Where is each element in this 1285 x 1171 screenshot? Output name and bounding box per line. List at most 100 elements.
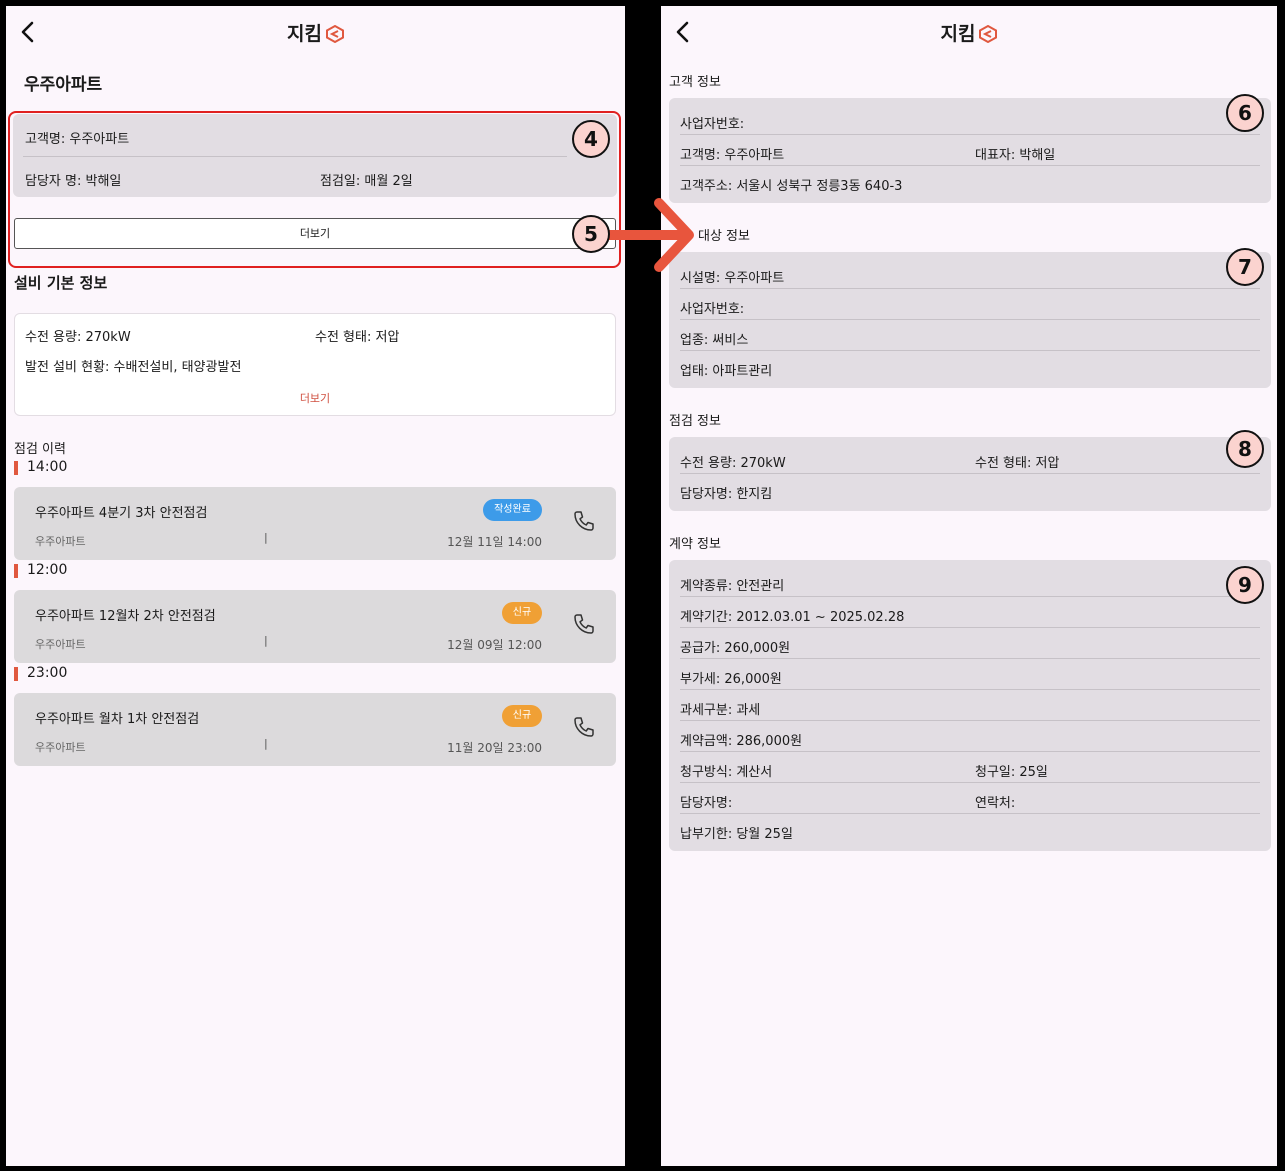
phone-call-icon[interactable] [572, 612, 596, 636]
time-text: 23:00 [27, 665, 68, 681]
app-logo-icon [979, 25, 998, 43]
payment-deadline: 납부기한: 당월 25일 [680, 827, 793, 842]
history-item[interactable]: 우주아파트 월차 1차 안전점검 신규 우주아파트 | 11월 20일 23:0… [14, 693, 616, 766]
info-row: 담당자명: 한지킴 [680, 474, 1260, 505]
history-item[interactable]: 우주아파트 4분기 3차 안전점검 작성완료 우주아파트 | 12월 11일 1… [14, 487, 616, 560]
business-number: 사업자번호: [680, 117, 745, 132]
divider [23, 156, 567, 157]
history-title: 우주아파트 12월차 2차 안전점검 [35, 609, 216, 624]
contact: 연락처: [975, 796, 1016, 811]
history-date: 12월 11일 14:00 [447, 535, 542, 549]
phone-call-icon[interactable] [572, 715, 596, 739]
supply-price: 공급가: 260,000원 [680, 641, 791, 656]
inspection-info-heading: 점검 정보 [669, 414, 721, 429]
equipment-more-link[interactable]: 더보기 [15, 390, 615, 406]
facility-info-heading: 대상 정보 [698, 229, 750, 244]
info-row: 수전 용량: 270kW 수전 형태: 저압 [680, 443, 1260, 474]
more-button[interactable]: 더보기 [14, 218, 616, 249]
info-row: 고객명: 우주아파트 대표자: 박해일 [680, 135, 1260, 166]
top-bar: 지킴 [661, 6, 1277, 58]
info-row: 계약종류: 안전관리 [680, 566, 1260, 597]
info-row: 시설명: 우주아파트 [680, 258, 1260, 289]
representative: 대표자: 박해일 [975, 148, 1056, 163]
history-subtitle: 우주아파트 [35, 535, 86, 548]
top-bar: 지킴 [6, 6, 625, 58]
info-row: 담당자명: 연락처: [680, 783, 1260, 814]
generation-status: 발전 설비 현황: 수배전설비, 태양광발전 [25, 360, 242, 375]
left-screen: 지킴 우주아파트 고객명: 우주아파트 담당자 명: 박해일 점검일: 매월 2… [6, 6, 625, 1166]
history-heading: 점검 이력 [14, 442, 66, 457]
time-text: 12:00 [27, 562, 68, 578]
separator: | [264, 737, 268, 750]
vat: 부가세: 26,000원 [680, 672, 782, 687]
info-row: 부가세: 26,000원 [680, 659, 1260, 690]
app-title-text: 지킴 [940, 23, 976, 45]
info-row: 계약기간: 2012.03.01 ~ 2025.02.28 [680, 597, 1260, 628]
annotation-8: 8 [1226, 430, 1264, 468]
billing-day: 청구일: 25일 [975, 765, 1048, 780]
app-title-text: 지킴 [287, 23, 322, 45]
tax-class: 과세구분: 과세 [680, 703, 761, 718]
info-row: 과세구분: 과세 [680, 690, 1260, 721]
facility-info-card: 시설명: 우주아파트 사업자번호: 업종: 써비스 업태: 아파트관리 [669, 252, 1271, 388]
inspection-day: 점검일: 매월 2일 [320, 174, 413, 189]
customer-name: 고객명: 우주아파트 [25, 132, 130, 147]
annotation-7: 7 [1226, 248, 1264, 286]
capacity: 수전 용량: 270kW [25, 330, 131, 345]
info-row: 공급가: 260,000원 [680, 628, 1260, 659]
customer-summary-card: 고객명: 우주아파트 담당자 명: 박해일 점검일: 매월 2일 [13, 114, 617, 197]
info-row: 사업자번호: [680, 104, 1260, 135]
power-type: 수전 형태: 저압 [975, 456, 1060, 471]
info-row: 납부기한: 당월 25일 [680, 814, 1260, 845]
time-marker [14, 564, 18, 578]
contract-type: 계약종류: 안전관리 [680, 579, 785, 594]
business-number: 사업자번호: [680, 302, 745, 317]
info-row: 업태: 아파트관리 [680, 351, 1260, 382]
info-row: 사업자번호: [680, 289, 1260, 320]
history-subtitle: 우주아파트 [35, 741, 86, 754]
time-marker [14, 461, 18, 475]
customer-info-heading: 고객 정보 [669, 75, 721, 90]
separator: | [264, 531, 268, 544]
info-row: 계약금액: 286,000원 [680, 721, 1260, 752]
time-text: 14:00 [27, 459, 68, 475]
time-marker [14, 667, 18, 681]
inspection-info-card: 수전 용량: 270kW 수전 형태: 저압 담당자명: 한지킴 [669, 437, 1271, 511]
annotation-4: 4 [572, 120, 610, 158]
history-title: 우주아파트 월차 1차 안전점검 [35, 712, 200, 727]
status-badge: 신규 [502, 705, 542, 727]
history-item[interactable]: 우주아파트 12월차 2차 안전점검 신규 우주아파트 | 12월 09일 12… [14, 590, 616, 663]
phone-call-icon[interactable] [572, 509, 596, 533]
app-title: 지킴 [661, 19, 1277, 46]
annotation-5: 5 [572, 215, 610, 253]
status-badge: 신규 [502, 602, 542, 624]
manager-name: 담당자 명: 박해일 [25, 174, 122, 189]
history-title: 우주아파트 4분기 3차 안전점검 [35, 506, 208, 521]
annotation-9: 9 [1226, 566, 1264, 604]
power-type: 수전 형태: 저압 [315, 330, 400, 345]
history-date: 12월 09일 12:00 [447, 638, 542, 652]
customer-name: 고객명: 우주아파트 [680, 148, 785, 163]
industry: 업종: 써비스 [680, 333, 749, 348]
right-screen: 지킴 고객 정보 사업자번호: 고객명: 우주아파트 대표자: 박해일 고객주소… [661, 6, 1277, 1166]
app-logo-icon [325, 25, 344, 43]
app-title: 지킴 [6, 19, 625, 46]
page-title: 우주아파트 [24, 75, 103, 95]
contract-manager: 담당자명: [680, 796, 733, 811]
annotation-6: 6 [1226, 94, 1264, 132]
capacity: 수전 용량: 270kW [680, 456, 786, 471]
info-row: 업종: 써비스 [680, 320, 1260, 351]
status-badge: 작성완료 [483, 499, 542, 521]
equipment-heading: 설비 기본 정보 [14, 274, 108, 292]
separator: | [264, 634, 268, 647]
inspection-manager: 담당자명: 한지킴 [680, 487, 773, 502]
customer-address: 고객주소: 서울시 성북구 정릉3동 640-3 [680, 179, 903, 194]
contract-info-card: 계약종류: 안전관리 계약기간: 2012.03.01 ~ 2025.02.28… [669, 560, 1271, 851]
customer-info-card: 사업자번호: 고객명: 우주아파트 대표자: 박해일 고객주소: 서울시 성북구… [669, 98, 1271, 203]
info-row: 고객주소: 서울시 성북구 정릉3동 640-3 [680, 166, 1260, 197]
history-subtitle: 우주아파트 [35, 638, 86, 651]
equipment-card: 수전 용량: 270kW 수전 형태: 저압 발전 설비 현황: 수배전설비, … [14, 313, 616, 416]
navigation-arrow-icon [604, 198, 694, 272]
business-type: 업태: 아파트관리 [680, 364, 773, 379]
contract-info-heading: 계약 정보 [669, 537, 721, 552]
